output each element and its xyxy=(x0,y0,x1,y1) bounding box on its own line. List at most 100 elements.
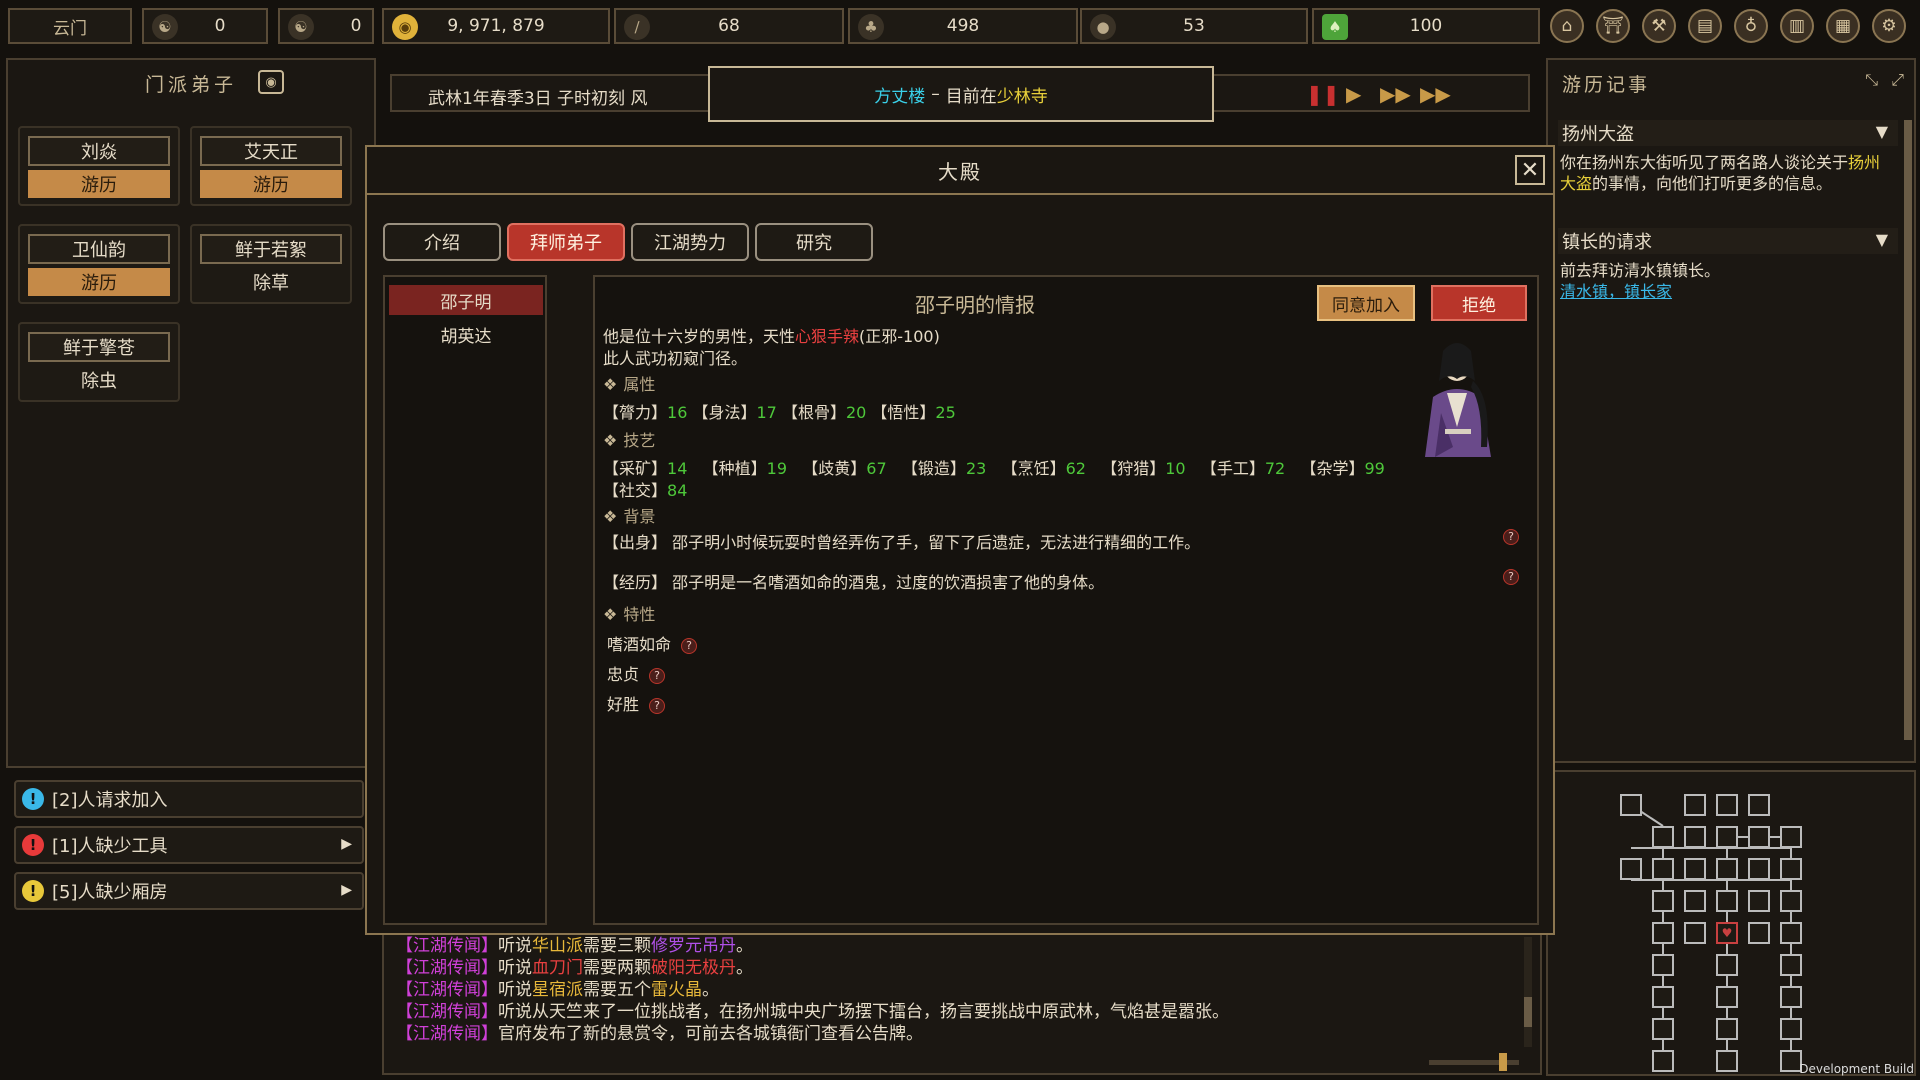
alert-join-request[interactable]: ! [2]人请求加入 xyxy=(14,780,364,818)
sect-name: 云门 xyxy=(53,18,87,39)
sect-layout-map[interactable]: ♥ xyxy=(1546,770,1916,1076)
map-slot[interactable] xyxy=(1716,954,1738,976)
book-icon[interactable]: ▥ xyxy=(1780,9,1814,43)
chronicle-entry-header[interactable]: 镇长的请求 ▼ xyxy=(1558,228,1898,254)
candidate-list: 邵子明 胡英达 xyxy=(383,275,547,925)
map-slot[interactable] xyxy=(1780,954,1802,976)
help-icon[interactable]: ? xyxy=(649,667,666,684)
map-slot[interactable] xyxy=(1620,858,1642,880)
slider-handle[interactable] xyxy=(1499,1053,1507,1071)
warning-icon: ! xyxy=(22,880,44,902)
tools-icon[interactable]: ⚒ xyxy=(1642,9,1676,43)
map-slot[interactable] xyxy=(1748,794,1770,816)
map-slot[interactable] xyxy=(1684,858,1706,880)
help-icon[interactable]: ? xyxy=(649,697,666,714)
scroll-icon[interactable]: ▤ xyxy=(1688,9,1722,43)
map-slot[interactable] xyxy=(1716,858,1738,880)
skill-name: 【手工】 xyxy=(1200,459,1265,478)
map-slot[interactable] xyxy=(1780,922,1802,944)
expand-icon[interactable]: ⤢ xyxy=(1891,70,1904,90)
map-slot[interactable] xyxy=(1652,858,1674,880)
map-slot[interactable] xyxy=(1780,858,1802,880)
map-slot[interactable] xyxy=(1716,826,1738,848)
map-slot[interactable] xyxy=(1716,1050,1738,1072)
map-slot[interactable] xyxy=(1684,922,1706,944)
map-slot[interactable] xyxy=(1684,826,1706,848)
chronicle-entry-header[interactable]: 扬州大盗 ▼ xyxy=(1558,120,1898,146)
map-slot[interactable] xyxy=(1684,794,1706,816)
map-slot[interactable] xyxy=(1652,986,1674,1008)
map-slot[interactable] xyxy=(1748,922,1770,944)
tab-intro[interactable]: 介绍 xyxy=(383,223,501,261)
intro-text: 他是位十六岁的男性，天性 xyxy=(603,327,796,346)
herb-icon: ♠ xyxy=(1322,14,1348,40)
help-icon[interactable]: ? xyxy=(1503,569,1519,585)
attr-name: 【身法】 xyxy=(692,403,757,422)
disciple-card[interactable]: 艾天正 游历 xyxy=(190,126,352,206)
sect-name-box[interactable]: 云门 xyxy=(8,8,132,44)
settings-icon[interactable]: ⚙ xyxy=(1872,9,1906,43)
disciple-card[interactable]: 卫仙韵 游历 xyxy=(18,224,180,304)
map-slot[interactable] xyxy=(1652,1050,1674,1072)
pause-icon[interactable]: ❚❚ xyxy=(1306,82,1340,106)
help-icon[interactable]: ? xyxy=(1503,529,1519,545)
tab-recruit[interactable]: 拜师弟子 xyxy=(507,223,625,261)
map-slot[interactable] xyxy=(1780,826,1802,848)
main-hall-dialog: 大殿 ✕ 介绍 拜师弟子 江湖势力 研究 邵子明 胡英达 邵子明的情报 同意加入… xyxy=(365,145,1555,935)
map-slot[interactable] xyxy=(1748,858,1770,880)
resource-yinyang: ☯ 0 xyxy=(278,8,374,44)
section-traits: ❖ 特性 xyxy=(603,601,655,625)
reject-button[interactable]: 拒绝 xyxy=(1431,285,1527,321)
close-icon: ✕ xyxy=(1520,157,1540,183)
map-slot[interactable] xyxy=(1780,986,1802,1008)
tab-factions[interactable]: 江湖势力 xyxy=(631,223,749,261)
fast-forward-icon[interactable]: ▶▶ xyxy=(1380,82,1411,106)
trait-item: 嗜酒如命? xyxy=(607,631,698,655)
eye-icon[interactable]: ◉ xyxy=(258,70,284,94)
accept-button[interactable]: 同意加入 xyxy=(1317,285,1415,321)
bag-icon[interactable]: ♁ xyxy=(1734,9,1768,43)
map-slot[interactable] xyxy=(1652,1018,1674,1040)
tab-research[interactable]: 研究 xyxy=(755,223,873,261)
play-icon[interactable]: ▶ xyxy=(1346,82,1361,106)
manual-icon[interactable]: ▦ xyxy=(1826,9,1860,43)
alert-missing-rooms[interactable]: ! [5]人缺少厢房 ▶ xyxy=(14,872,364,910)
top-resource-bar: 云门 ☯ 0 ☯ 0 ◉ 9, 971, 879 ∕ 68 ♣ 498 ● 53… xyxy=(0,0,1920,52)
map-slot[interactable] xyxy=(1716,986,1738,1008)
map-slot[interactable] xyxy=(1652,826,1674,848)
alert-text: [5]人缺少厢房 xyxy=(52,882,168,903)
map-slot[interactable] xyxy=(1780,890,1802,912)
disciple-card[interactable]: 鲜于若絮 除草 xyxy=(190,224,352,304)
scrollbar[interactable] xyxy=(1524,937,1532,1047)
martial-level: 此人武功初窥门径。 xyxy=(603,349,748,368)
close-button[interactable]: ✕ xyxy=(1515,155,1545,185)
disciple-card[interactable]: 刘焱 游历 xyxy=(18,126,180,206)
entry-location-link[interactable]: 清水镇，镇长家 xyxy=(1560,281,1896,302)
map-slot[interactable] xyxy=(1716,794,1738,816)
entry-text: 的事情，向他们打听更多的信息。 xyxy=(1592,174,1833,193)
map-slot[interactable] xyxy=(1748,890,1770,912)
fastest-forward-icon[interactable]: ▶▶ xyxy=(1420,82,1451,106)
disciple-activity: 除草 xyxy=(253,273,289,294)
map-slot[interactable] xyxy=(1748,826,1770,848)
map-slot[interactable] xyxy=(1652,954,1674,976)
candidate-item[interactable]: 邵子明 xyxy=(389,285,543,315)
map-slot[interactable] xyxy=(1780,1018,1802,1040)
map-slot[interactable] xyxy=(1716,1018,1738,1040)
map-slot[interactable]: ♥ xyxy=(1716,922,1738,944)
map-slot[interactable] xyxy=(1620,794,1642,816)
building-icon[interactable]: ⌂ xyxy=(1550,9,1584,43)
location-separator: – xyxy=(931,84,940,104)
entry-heading: 扬州大盗 xyxy=(1562,124,1634,145)
help-icon[interactable]: ? xyxy=(681,637,698,654)
collapse-icon[interactable]: ⤡ xyxy=(1865,70,1878,90)
scrollbar[interactable] xyxy=(1904,120,1912,740)
map-slot[interactable] xyxy=(1684,890,1706,912)
alert-missing-tools[interactable]: ! [1]人缺少工具 ▶ xyxy=(14,826,364,864)
map-slot[interactable] xyxy=(1716,890,1738,912)
map-slot[interactable] xyxy=(1652,890,1674,912)
map-slot[interactable] xyxy=(1652,922,1674,944)
gate-icon[interactable]: ⛩ xyxy=(1596,9,1630,43)
candidate-item[interactable]: 胡英达 xyxy=(389,319,543,349)
disciple-card[interactable]: 鲜于擎苍 除虫 xyxy=(18,322,180,402)
